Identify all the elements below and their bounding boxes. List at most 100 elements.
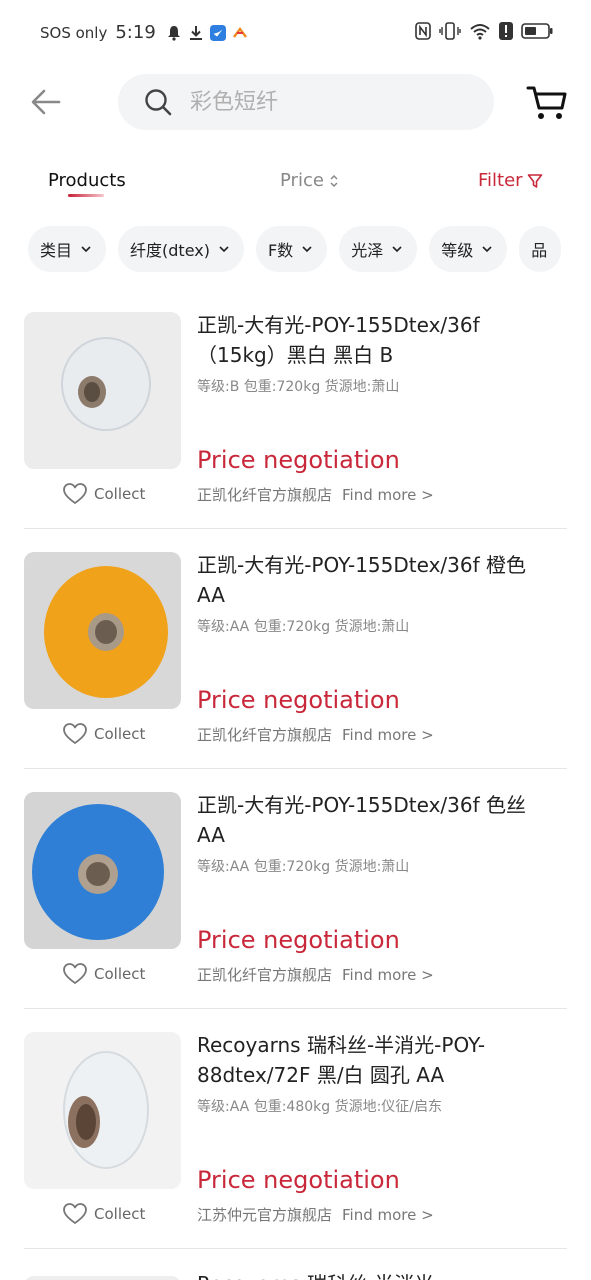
product-specs: 等级:AA 包重:720kg 货源地:萧山 bbox=[197, 859, 410, 875]
divider bbox=[24, 1248, 567, 1249]
filter-label: Filter bbox=[478, 170, 523, 191]
collect-button[interactable]: Collect bbox=[62, 482, 145, 506]
alert-icon bbox=[499, 22, 513, 40]
find-more-link[interactable]: Find more > bbox=[342, 966, 434, 984]
app-logo-icon bbox=[232, 25, 248, 41]
status-time: 5:19 bbox=[115, 22, 156, 43]
filter-chip-category[interactable]: 类目 bbox=[28, 226, 107, 272]
sort-bar: Products Price Filter bbox=[0, 160, 591, 210]
product-image bbox=[24, 1276, 181, 1280]
arrow-left-icon bbox=[31, 89, 61, 115]
divider bbox=[24, 528, 567, 529]
product-image[interactable] bbox=[24, 792, 181, 949]
filter-icon bbox=[527, 173, 542, 188]
store-name: 江苏仲元官方旗舰店 bbox=[197, 1206, 333, 1224]
store-name: 正凯化纤官方旗舰店 bbox=[197, 486, 333, 504]
store-info: 江苏仲元官方旗舰店 Find more > bbox=[197, 1204, 434, 1225]
search-bar[interactable] bbox=[118, 74, 494, 130]
store-name: 正凯化纤官方旗舰店 bbox=[197, 726, 333, 744]
product-price: Price negotiation bbox=[197, 1166, 400, 1194]
product-image[interactable] bbox=[24, 1032, 181, 1189]
filter-chip-row: 类目 纤度(dtex) F数 光泽 等级 品 bbox=[28, 226, 562, 274]
filter-chip-label: 等级 bbox=[441, 241, 474, 260]
status-bar: SOS only 5:19 bbox=[0, 0, 591, 66]
collect-label: Collect bbox=[94, 965, 146, 983]
filter-chip-f-count[interactable]: F数 bbox=[255, 226, 328, 272]
product-title[interactable]: 正凯-大有光-POY-155Dtex/36f 色丝 AA bbox=[197, 790, 557, 850]
product-title[interactable]: 正凯-大有光-POY-155Dtex/36f 橙色 AA bbox=[197, 550, 557, 610]
sort-price-label: Price bbox=[280, 170, 324, 191]
carrier-text: SOS only bbox=[40, 23, 108, 42]
find-more-link[interactable]: Find more > bbox=[342, 1206, 434, 1224]
find-more-link[interactable]: Find more > bbox=[342, 486, 434, 504]
cart-button[interactable] bbox=[526, 84, 568, 122]
product-card-partial[interactable]: Recoyarns 瑞科丝-半消光 bbox=[0, 1264, 591, 1280]
filter-chip-label: 品 bbox=[531, 241, 548, 260]
product-specs: 等级:B 包重:720kg 货源地:萧山 bbox=[197, 379, 400, 395]
collect-label: Collect bbox=[94, 1205, 146, 1223]
product-image[interactable] bbox=[24, 552, 181, 709]
store-info: 正凯化纤官方旗舰店 Find more > bbox=[197, 724, 434, 745]
download-icon bbox=[188, 25, 204, 41]
sort-tab-products[interactable]: Products bbox=[48, 170, 126, 191]
nfc-icon bbox=[415, 22, 431, 40]
product-card[interactable]: Collect 正凯-大有光-POY-155Dtex/36f 橙色 AA 等级:… bbox=[0, 536, 591, 776]
chevron-down-icon bbox=[219, 246, 229, 253]
filter-chip-label: 纤度(dtex) bbox=[130, 241, 210, 260]
product-specs: 等级:AA 包重:720kg 货源地:萧山 bbox=[197, 619, 410, 635]
product-price: Price negotiation bbox=[197, 446, 400, 474]
sort-arrows-icon bbox=[330, 174, 338, 187]
collect-label: Collect bbox=[94, 485, 146, 503]
collect-button[interactable]: Collect bbox=[62, 1202, 145, 1226]
heart-icon bbox=[63, 723, 87, 744]
store-name: 正凯化纤官方旗舰店 bbox=[197, 966, 333, 984]
product-card[interactable]: Collect Recoyarns 瑞科丝-半消光-POY-88dtex/72F… bbox=[0, 1016, 591, 1256]
filter-chip-luster[interactable]: 光泽 bbox=[339, 226, 418, 272]
product-title: Recoyarns 瑞科丝-半消光 bbox=[197, 1268, 434, 1280]
product-image[interactable] bbox=[24, 312, 181, 469]
heart-icon bbox=[63, 483, 87, 504]
chevron-down-icon bbox=[392, 246, 402, 253]
product-card[interactable]: Collect 正凯-大有光-POY-155Dtex/36f 色丝 AA 等级:… bbox=[0, 776, 591, 1016]
chevron-down-icon bbox=[482, 246, 492, 253]
heart-icon bbox=[63, 963, 87, 984]
sort-tab-price[interactable]: Price bbox=[280, 170, 339, 191]
store-info: 正凯化纤官方旗舰店 Find more > bbox=[197, 484, 434, 505]
heart-icon bbox=[63, 1203, 87, 1224]
collect-button[interactable]: Collect bbox=[62, 722, 145, 746]
find-more-link[interactable]: Find more > bbox=[342, 726, 434, 744]
filter-chip-label: 类目 bbox=[40, 241, 73, 260]
filter-button[interactable]: Filter bbox=[478, 170, 543, 191]
divider bbox=[24, 768, 567, 769]
product-card[interactable]: Collect 正凯-大有光-POY-155Dtex/36f（15kg）黑白 黑… bbox=[0, 296, 591, 536]
chevron-down-icon bbox=[81, 246, 91, 253]
product-title[interactable]: Recoyarns 瑞科丝-半消光-POY-88dtex/72F 黑/白 圆孔 … bbox=[197, 1030, 557, 1090]
filter-chip-grade[interactable]: 等级 bbox=[429, 226, 508, 272]
filter-chip-dtex[interactable]: 纤度(dtex) bbox=[118, 226, 244, 272]
filter-chip-label: 光泽 bbox=[351, 241, 384, 260]
back-button[interactable] bbox=[28, 86, 64, 118]
product-title[interactable]: 正凯-大有光-POY-155Dtex/36f（15kg）黑白 黑白 B bbox=[197, 310, 557, 370]
search-input[interactable] bbox=[190, 89, 460, 115]
app-bird-icon bbox=[209, 24, 226, 41]
bell-icon bbox=[166, 25, 182, 41]
yarn-spool bbox=[61, 337, 151, 431]
product-list: Collect 正凯-大有光-POY-155Dtex/36f（15kg）黑白 黑… bbox=[0, 296, 591, 1256]
header bbox=[0, 66, 591, 138]
cart-icon bbox=[526, 86, 567, 119]
collect-button[interactable]: Collect bbox=[62, 962, 145, 986]
search-icon bbox=[145, 89, 172, 116]
collect-label: Collect bbox=[94, 725, 146, 743]
filter-chip-brand[interactable]: 品 bbox=[519, 226, 562, 272]
product-price: Price negotiation bbox=[197, 926, 400, 954]
product-price: Price negotiation bbox=[197, 686, 400, 714]
wifi-icon bbox=[469, 22, 491, 40]
vibrate-icon bbox=[439, 22, 461, 40]
product-specs: 等级:AA 包重:480kg 货源地:仪征/启东 bbox=[197, 1099, 443, 1115]
filter-chip-label: F数 bbox=[267, 241, 294, 260]
store-info: 正凯化纤官方旗舰店 Find more > bbox=[197, 964, 434, 985]
chevron-down-icon bbox=[302, 246, 312, 253]
battery-icon bbox=[521, 22, 553, 40]
active-tab-indicator bbox=[68, 194, 104, 197]
divider bbox=[24, 1008, 567, 1009]
